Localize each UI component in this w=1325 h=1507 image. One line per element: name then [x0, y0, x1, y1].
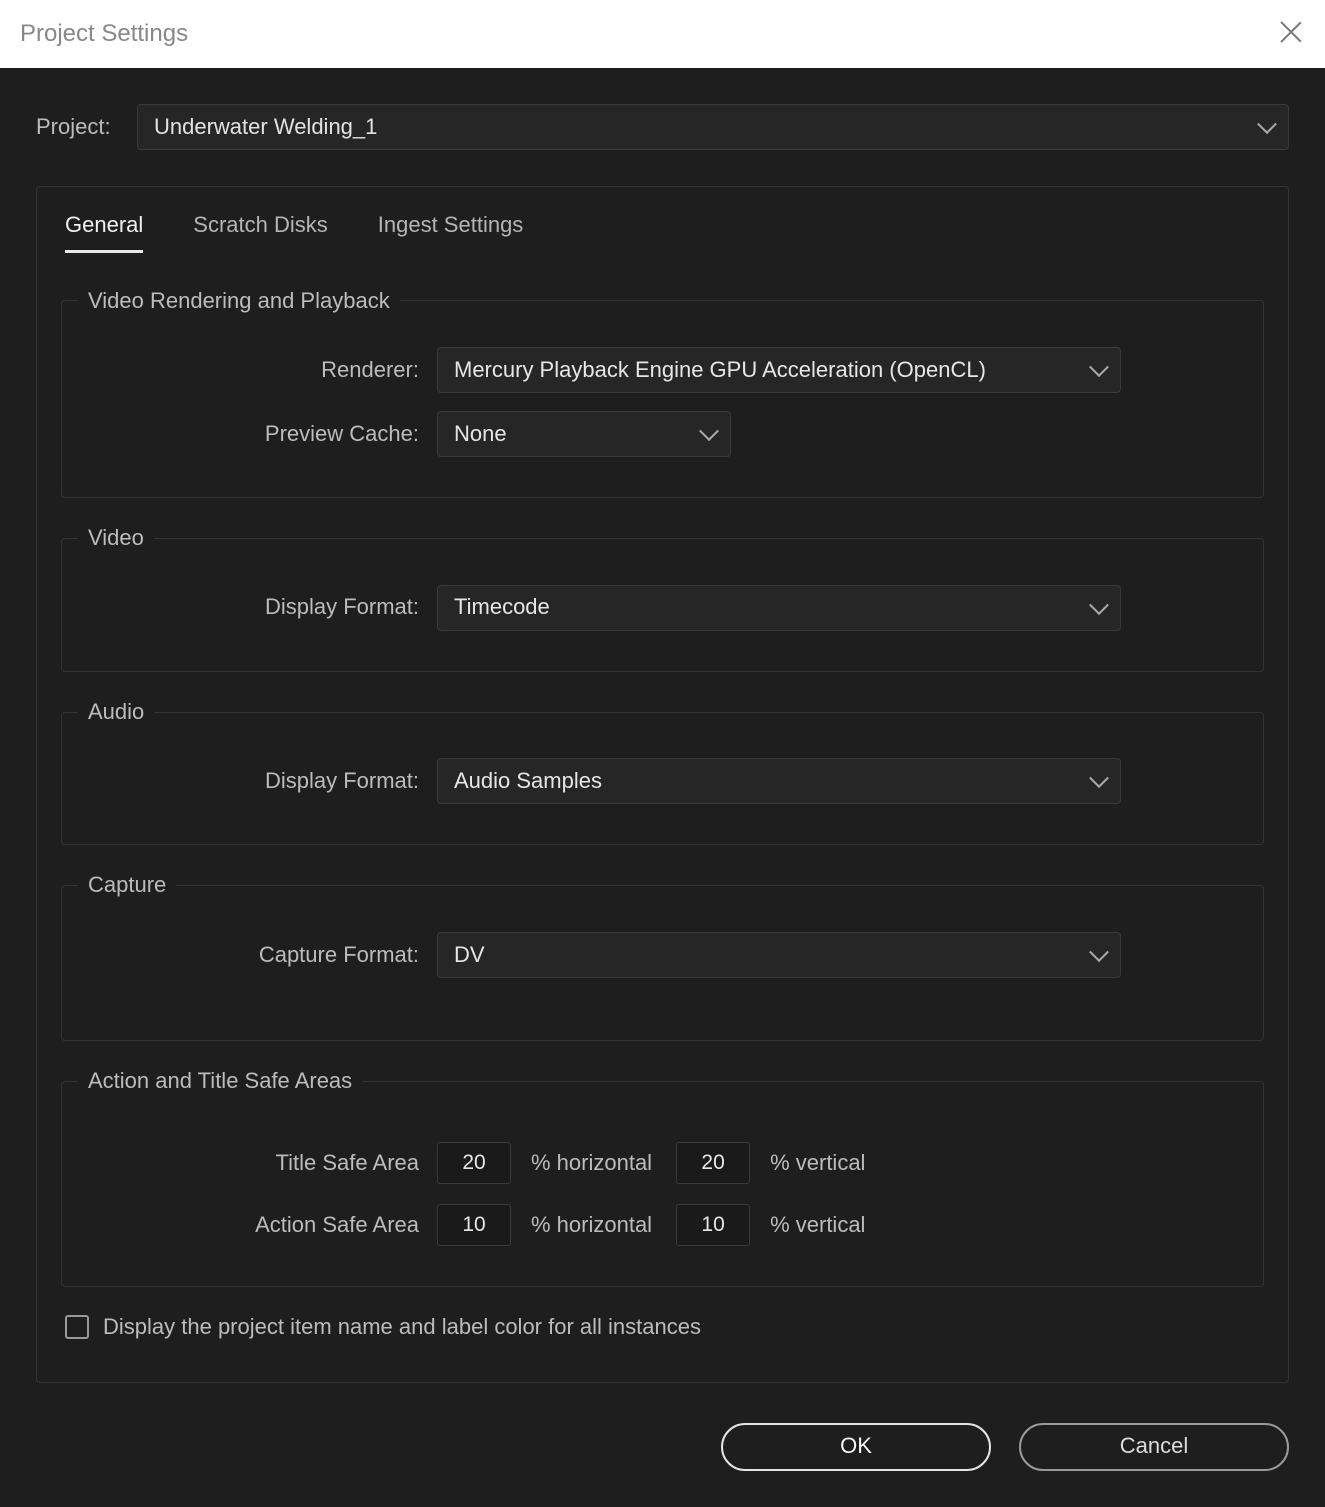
action-safe-v-input[interactable]: 10	[676, 1204, 750, 1246]
chevron-down-icon	[1092, 598, 1106, 612]
tab-general[interactable]: General	[65, 211, 143, 253]
preview-cache-select[interactable]: None	[437, 411, 731, 457]
tabs: General Scratch Disks Ingest Settings	[61, 211, 1264, 253]
action-safe-h-input[interactable]: 10	[437, 1204, 511, 1246]
title-safe-h-input[interactable]: 20	[437, 1142, 511, 1184]
group-safe-areas-legend: Action and Title Safe Areas	[78, 1067, 362, 1096]
chevron-down-icon	[1092, 360, 1106, 374]
audio-display-format-label: Display Format:	[82, 767, 437, 796]
titlebar: Project Settings	[0, 0, 1325, 68]
video-display-format-value: Timecode	[454, 593, 550, 622]
renderer-select[interactable]: Mercury Playback Engine GPU Acceleration…	[437, 347, 1121, 393]
row-preview-cache: Preview Cache: None	[82, 411, 1243, 457]
title-safe-label: Title Safe Area	[82, 1149, 437, 1178]
capture-format-value: DV	[454, 941, 485, 970]
project-select[interactable]: Underwater Welding_1	[137, 104, 1289, 150]
group-capture: Capture Capture Format: DV	[61, 871, 1264, 1041]
chevron-down-icon	[1092, 772, 1106, 786]
group-video-rendering-legend: Video Rendering and Playback	[78, 287, 400, 316]
action-safe-label: Action Safe Area	[82, 1211, 437, 1240]
audio-display-format-value: Audio Samples	[454, 767, 602, 796]
group-safe-areas: Action and Title Safe Areas Title Safe A…	[61, 1067, 1264, 1287]
group-video: Video Display Format: Timecode	[61, 524, 1264, 672]
dialog-body: Project: Underwater Welding_1 General Sc…	[0, 68, 1325, 1383]
main-panel: General Scratch Disks Ingest Settings Vi…	[36, 186, 1289, 1383]
display-instances-checkbox[interactable]	[65, 1315, 89, 1339]
button-row: OK Cancel	[0, 1383, 1325, 1507]
group-audio-legend: Audio	[78, 698, 154, 727]
project-row: Project: Underwater Welding_1	[36, 104, 1289, 150]
capture-format-select[interactable]: DV	[437, 932, 1121, 978]
chevron-down-icon	[1260, 117, 1274, 131]
group-capture-legend: Capture	[78, 871, 176, 900]
group-audio: Audio Display Format: Audio Samples	[61, 698, 1264, 846]
pct-horizontal-label: % horizontal	[531, 1211, 652, 1240]
video-display-format-label: Display Format:	[82, 593, 437, 622]
ok-button[interactable]: OK	[721, 1423, 991, 1471]
preview-cache-label: Preview Cache:	[82, 420, 437, 449]
display-instances-label: Display the project item name and label …	[103, 1313, 701, 1342]
dialog-title: Project Settings	[20, 18, 188, 49]
close-icon[interactable]	[1279, 20, 1303, 44]
row-action-safe: Action Safe Area 10 % horizontal 10 % ve…	[82, 1204, 1243, 1246]
title-safe-v-input[interactable]: 20	[676, 1142, 750, 1184]
pct-vertical-label: % vertical	[770, 1211, 865, 1240]
group-video-rendering: Video Rendering and Playback Renderer: M…	[61, 287, 1264, 499]
chevron-down-icon	[702, 424, 716, 438]
row-renderer: Renderer: Mercury Playback Engine GPU Ac…	[82, 347, 1243, 393]
row-title-safe: Title Safe Area 20 % horizontal 20 % ver…	[82, 1142, 1243, 1184]
pct-horizontal-label: % horizontal	[531, 1149, 652, 1178]
project-select-value: Underwater Welding_1	[154, 113, 377, 142]
tab-ingest-settings[interactable]: Ingest Settings	[378, 211, 524, 253]
row-capture-format: Capture Format: DV	[82, 932, 1243, 978]
cancel-button[interactable]: Cancel	[1019, 1423, 1289, 1471]
chevron-down-icon	[1092, 945, 1106, 959]
group-video-legend: Video	[78, 524, 154, 553]
renderer-label: Renderer:	[82, 356, 437, 385]
preview-cache-select-value: None	[454, 420, 507, 449]
row-display-instances: Display the project item name and label …	[61, 1313, 1264, 1342]
row-video-display-format: Display Format: Timecode	[82, 585, 1243, 631]
audio-display-format-select[interactable]: Audio Samples	[437, 758, 1121, 804]
project-label: Project:	[36, 113, 121, 142]
tab-scratch-disks[interactable]: Scratch Disks	[193, 211, 327, 253]
video-display-format-select[interactable]: Timecode	[437, 585, 1121, 631]
capture-format-label: Capture Format:	[82, 941, 437, 970]
row-audio-display-format: Display Format: Audio Samples	[82, 758, 1243, 804]
pct-vertical-label: % vertical	[770, 1149, 865, 1178]
renderer-select-value: Mercury Playback Engine GPU Acceleration…	[454, 356, 986, 385]
